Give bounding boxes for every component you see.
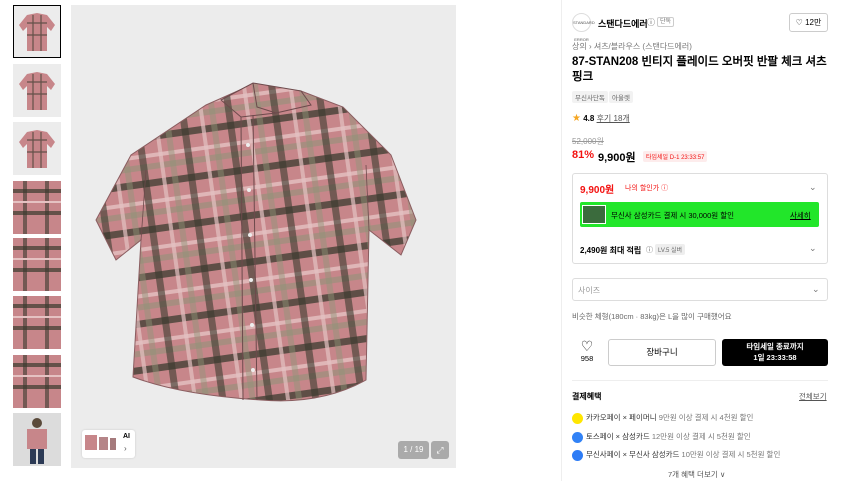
rating-value: 4.8 bbox=[583, 114, 595, 123]
level-badge: LV.5 실버 bbox=[655, 244, 686, 255]
more-benefits-link[interactable]: 7개 혜택 더보기 ∨ bbox=[668, 469, 725, 480]
my-price-label[interactable]: 나의 할인가 ⓘ bbox=[625, 183, 668, 193]
points-info-icon[interactable]: ⓘ bbox=[646, 245, 653, 255]
expand-icon[interactable]: ⤢ bbox=[431, 441, 449, 459]
product-title: 87-STAN208 빈티지 플레이드 오버핏 반팔 체크 셔츠 핑크 bbox=[572, 56, 827, 83]
payment-benefit-row: 토스페이 × 삼성카드 12만원 이상 결제 시 5천원 할인 bbox=[572, 431, 751, 443]
payment-benefit-row: 무신사페이 × 무신사 삼성카드 10만원 이상 결제 시 5천원 할인 bbox=[572, 449, 780, 461]
divider bbox=[572, 380, 828, 381]
pay-benefit-sub: 9만원 이상 결제 시 4천원 할인 bbox=[656, 413, 754, 422]
star-icon: ★ bbox=[572, 113, 581, 124]
shirt-illustration bbox=[95, 82, 417, 402]
product-tag: 무신사단독 bbox=[572, 91, 608, 103]
thumbnail-front[interactable] bbox=[13, 64, 61, 117]
thumbnail-detail[interactable] bbox=[13, 238, 61, 291]
cart-button[interactable]: 장바구니 bbox=[608, 339, 716, 366]
points-text: 2,490원 최대 적립 bbox=[580, 246, 642, 255]
heart-icon: ♡ bbox=[580, 338, 594, 354]
chevron-right-icon: › bbox=[124, 444, 127, 453]
discount-rate: 81% bbox=[572, 149, 595, 161]
pay-benefit-sub: 10만원 이상 결제 시 5천원 할인 bbox=[679, 450, 781, 459]
info-icon[interactable]: ⓘ bbox=[647, 17, 655, 28]
thumbnail-front[interactable] bbox=[13, 5, 61, 58]
review-link[interactable]: 후기 18개 bbox=[597, 114, 630, 123]
thumbnail-detail[interactable] bbox=[13, 355, 61, 408]
product-tag: 아울렛 bbox=[609, 91, 633, 103]
brand-logo[interactable]: STANDARD ERROR bbox=[572, 13, 595, 42]
ai-search-button[interactable]: AI › bbox=[82, 430, 135, 458]
heart-icon: ♡ bbox=[795, 18, 803, 27]
brand-name[interactable]: 스탠다드에러 bbox=[598, 17, 648, 30]
payment-benefits-title: 결제혜택 bbox=[572, 392, 602, 401]
breadcrumb[interactable]: 상의 › 셔츠/블라우스 (스탠다드에러) bbox=[572, 41, 692, 52]
chevron-down-icon[interactable]: ⌄ bbox=[809, 243, 817, 254]
like-button[interactable]: ♡ 958 bbox=[576, 338, 598, 366]
buy-button[interactable]: 타임세일 종료까지 1일 23:33:58 bbox=[722, 339, 828, 366]
image-counter: 1 / 19 bbox=[398, 441, 429, 459]
pay-benefit-main: 카카오페이 × 페이머니 bbox=[586, 413, 657, 422]
like-count: 958 bbox=[580, 354, 594, 363]
buy-label: 타임세일 종료까지 bbox=[746, 342, 804, 351]
payment-detail-link[interactable]: 전체보기 bbox=[799, 391, 827, 402]
chevron-down-icon[interactable]: ⌄ bbox=[809, 182, 817, 193]
thumbnail-detail[interactable] bbox=[13, 181, 61, 234]
card-image bbox=[582, 205, 606, 224]
size-select[interactable] bbox=[572, 278, 828, 301]
ai-label: AI bbox=[123, 433, 130, 440]
card-promo-text: 무신사 삼성카드 결제 시 30,000원 할인 bbox=[611, 211, 735, 220]
card-detail-link[interactable]: 사세히 bbox=[790, 210, 811, 221]
chevron-down-icon: ⌄ bbox=[812, 284, 820, 294]
brand-like-button[interactable]: ♡ 12만 bbox=[789, 13, 828, 32]
thumbnail-model[interactable] bbox=[13, 413, 61, 466]
my-price: 9,900원 bbox=[580, 185, 615, 196]
pay-logo-icon bbox=[572, 431, 583, 443]
timesale-badge: 타임세일 D-1 23:33:57 bbox=[643, 151, 708, 162]
thumbnail-front[interactable] bbox=[13, 122, 61, 175]
size-placeholder: 사이즈 bbox=[578, 286, 601, 295]
main-product-image[interactable] bbox=[71, 5, 456, 468]
pay-logo-icon bbox=[572, 449, 583, 461]
pay-benefit-sub: 12만원 이상 결제 시 5천원 할인 bbox=[649, 432, 751, 441]
pay-logo-icon bbox=[572, 412, 583, 424]
brand-exclusive-tag: 단독 bbox=[657, 17, 675, 27]
thumbnail-detail[interactable] bbox=[13, 296, 61, 349]
pay-benefit-main: 토스페이 × 삼성카드 bbox=[586, 432, 650, 441]
brand-like-count: 12만 bbox=[805, 18, 822, 27]
pay-benefit-main: 무신사페이 × 무신사 삼성카드 bbox=[586, 450, 680, 459]
original-price: 52,000원 bbox=[572, 137, 604, 146]
rating[interactable]: ★ 4.8 후기 18개 bbox=[572, 113, 630, 124]
buy-timer: 1일 23:33:58 bbox=[753, 353, 797, 362]
panel-divider bbox=[561, 0, 562, 481]
sale-price: 9,900원 bbox=[598, 152, 636, 164]
payment-benefit-row: 카카오페이 × 페이머니 9만원 이상 결제 시 4천원 할인 bbox=[572, 412, 753, 424]
similar-body-text: 비슷한 체형(180cm · 83kg)은 L을 많이 구매했어요 bbox=[572, 312, 732, 321]
